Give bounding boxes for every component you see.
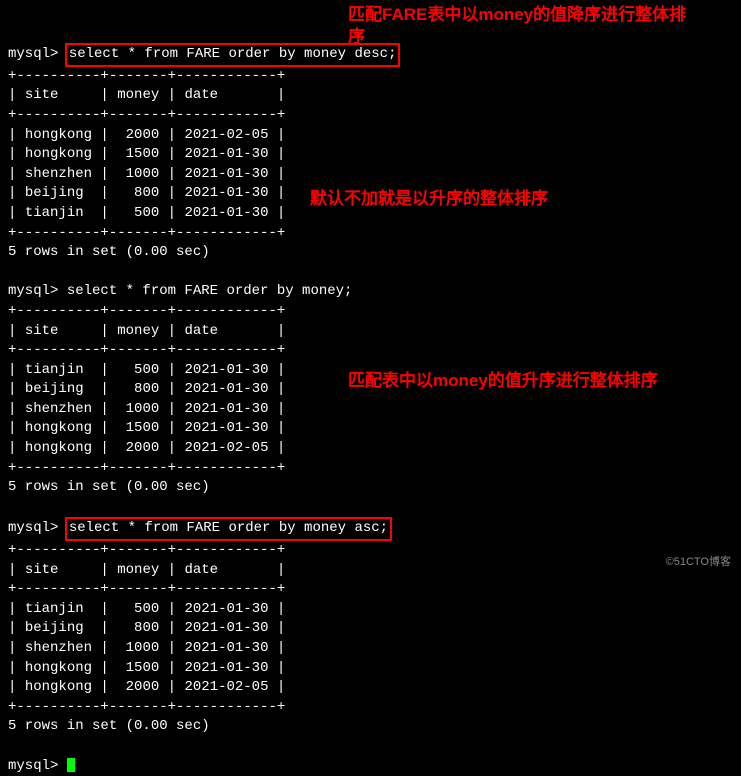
cell-money: 800 [134, 381, 159, 397]
cursor-icon[interactable] [67, 758, 75, 772]
column-header-site: site [25, 323, 59, 339]
cell-date: 2021-02-05 [184, 440, 268, 456]
column-header-site: site [25, 562, 59, 578]
cell-site: tianjin [25, 601, 84, 617]
cell-date: 2021-01-30 [184, 660, 268, 676]
cell-money: 500 [134, 362, 159, 378]
sql-command: select * from FARE order by money asc; [69, 520, 388, 536]
cell-site: hongkong [25, 420, 92, 436]
cell-site: shenzhen [25, 166, 92, 182]
column-header-site: site [25, 87, 59, 103]
cell-money: 500 [134, 601, 159, 617]
cell-site: tianjin [25, 205, 84, 221]
watermark-text: ©51CTO博客 [666, 555, 731, 570]
cell-site: hongkong [25, 660, 92, 676]
table-border: +----------+-------+------------+ [8, 107, 285, 123]
cell-site: hongkong [25, 146, 92, 162]
mysql-prompt: mysql> [8, 520, 67, 536]
cell-date: 2021-01-30 [184, 640, 268, 656]
cell-site: hongkong [25, 440, 92, 456]
cell-site: beijing [25, 185, 84, 201]
cell-money: 1000 [126, 401, 160, 417]
column-header-date: date [184, 87, 218, 103]
cell-date: 2021-01-30 [184, 362, 268, 378]
cell-money: 2000 [126, 440, 160, 456]
status-text: 5 rows in set (0.00 sec) [8, 479, 210, 495]
cell-money: 1500 [126, 660, 160, 676]
column-header-money: money [117, 323, 159, 339]
table-border: +----------+-------+------------+ [8, 303, 285, 319]
query-highlight-asc: select * from FARE order by money asc; [65, 517, 392, 541]
table-border: +----------+-------+------------+ [8, 225, 285, 241]
cell-date: 2021-01-30 [184, 205, 268, 221]
cell-site: shenzhen [25, 640, 92, 656]
cell-site: beijing [25, 381, 84, 397]
annotation-asc: 匹配表中以money的值升序进行整体排序 [348, 370, 658, 392]
cell-site: hongkong [25, 679, 92, 695]
table-border: +----------+-------+------------+ [8, 581, 285, 597]
cell-date: 2021-01-30 [184, 420, 268, 436]
column-header-date: date [184, 323, 218, 339]
cell-date: 2021-02-05 [184, 679, 268, 695]
column-header-money: money [117, 562, 159, 578]
mysql-prompt: mysql> [8, 46, 67, 62]
cell-money: 800 [134, 620, 159, 636]
cell-date: 2021-01-30 [184, 601, 268, 617]
cell-date: 2021-01-30 [184, 166, 268, 182]
cell-site: tianjin [25, 362, 84, 378]
cell-money: 800 [134, 185, 159, 201]
cell-site: hongkong [25, 127, 92, 143]
cell-date: 2021-02-05 [184, 127, 268, 143]
table-border: +----------+-------+------------+ [8, 699, 285, 715]
mysql-prompt: mysql> [8, 758, 67, 774]
cell-money: 1000 [126, 166, 160, 182]
annotation-desc: 匹配FARE表中以money的值降序进行整体排序 [348, 4, 688, 48]
cell-date: 2021-01-30 [184, 185, 268, 201]
column-header-money: money [117, 87, 159, 103]
cell-date: 2021-01-30 [184, 381, 268, 397]
cell-site: shenzhen [25, 401, 92, 417]
mysql-prompt: mysql> [8, 283, 67, 299]
status-text: 5 rows in set (0.00 sec) [8, 718, 210, 734]
cell-date: 2021-01-30 [184, 146, 268, 162]
status-text: 5 rows in set (0.00 sec) [8, 244, 210, 260]
cell-money: 500 [134, 205, 159, 221]
table-border: +----------+-------+------------+ [8, 542, 285, 558]
table-border: +----------+-------+------------+ [8, 68, 285, 84]
cell-money: 1500 [126, 146, 160, 162]
sql-command: select * from FARE order by money desc; [69, 46, 397, 62]
cell-site: beijing [25, 620, 84, 636]
cell-money: 2000 [126, 127, 160, 143]
table-border: +----------+-------+------------+ [8, 460, 285, 476]
sql-command: select * from FARE order by money; [67, 283, 353, 299]
annotation-default: 默认不加就是以升序的整体排序 [310, 188, 548, 210]
column-header-date: date [184, 562, 218, 578]
cell-money: 1000 [126, 640, 160, 656]
cell-money: 1500 [126, 420, 160, 436]
cell-money: 2000 [126, 679, 160, 695]
table-border: +----------+-------+------------+ [8, 342, 285, 358]
cell-date: 2021-01-30 [184, 620, 268, 636]
cell-date: 2021-01-30 [184, 401, 268, 417]
